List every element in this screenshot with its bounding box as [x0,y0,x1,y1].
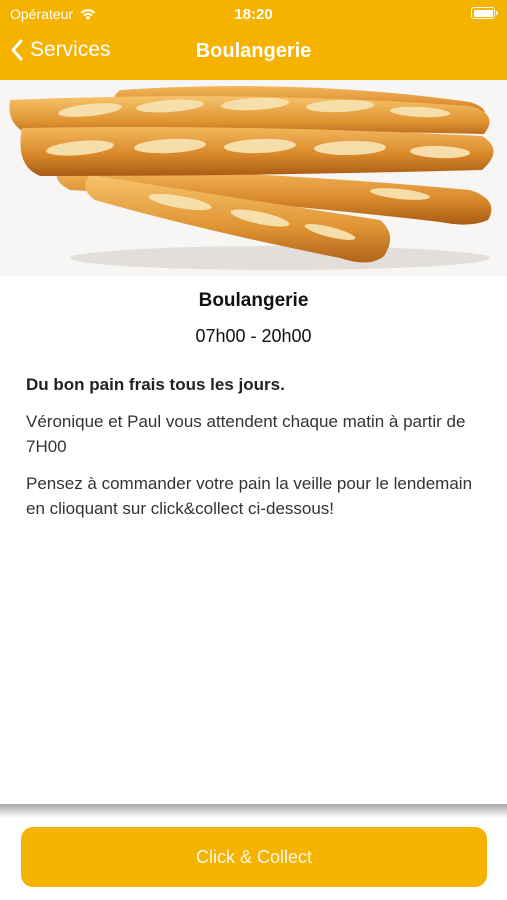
baguettes-illustration [0,80,507,276]
nav-bar: Services Boulangerie [0,30,507,76]
details-title: Boulangerie [198,290,309,311]
back-button[interactable]: Services [10,38,111,62]
status-time: 18:20 [234,6,273,23]
hero-image [0,80,507,276]
details-section: Boulangerie 07h00 - 20h00 Du bon pain fr… [0,276,507,521]
back-label: Services [30,38,111,61]
status-bar: Opérateur 18:20 [0,0,507,30]
click-collect-button[interactable]: Click & Collect [21,827,487,887]
description-paragraph: Véronique et Paul vous attendent chaque … [26,412,466,456]
header: Opérateur 18:20 Services Boulangerie [0,0,507,80]
chevron-left-icon [11,39,23,61]
battery-icon [471,7,498,19]
footer-divider [0,804,507,818]
description-paragraph: Pensez à commander votre pain la veille … [26,474,473,518]
description: Du bon pain frais tous les jours. Véroni… [0,373,507,521]
description-lead: Du bon pain frais tous les jours. [26,375,285,394]
opening-hours: 07h00 - 20h00 [195,326,312,346]
